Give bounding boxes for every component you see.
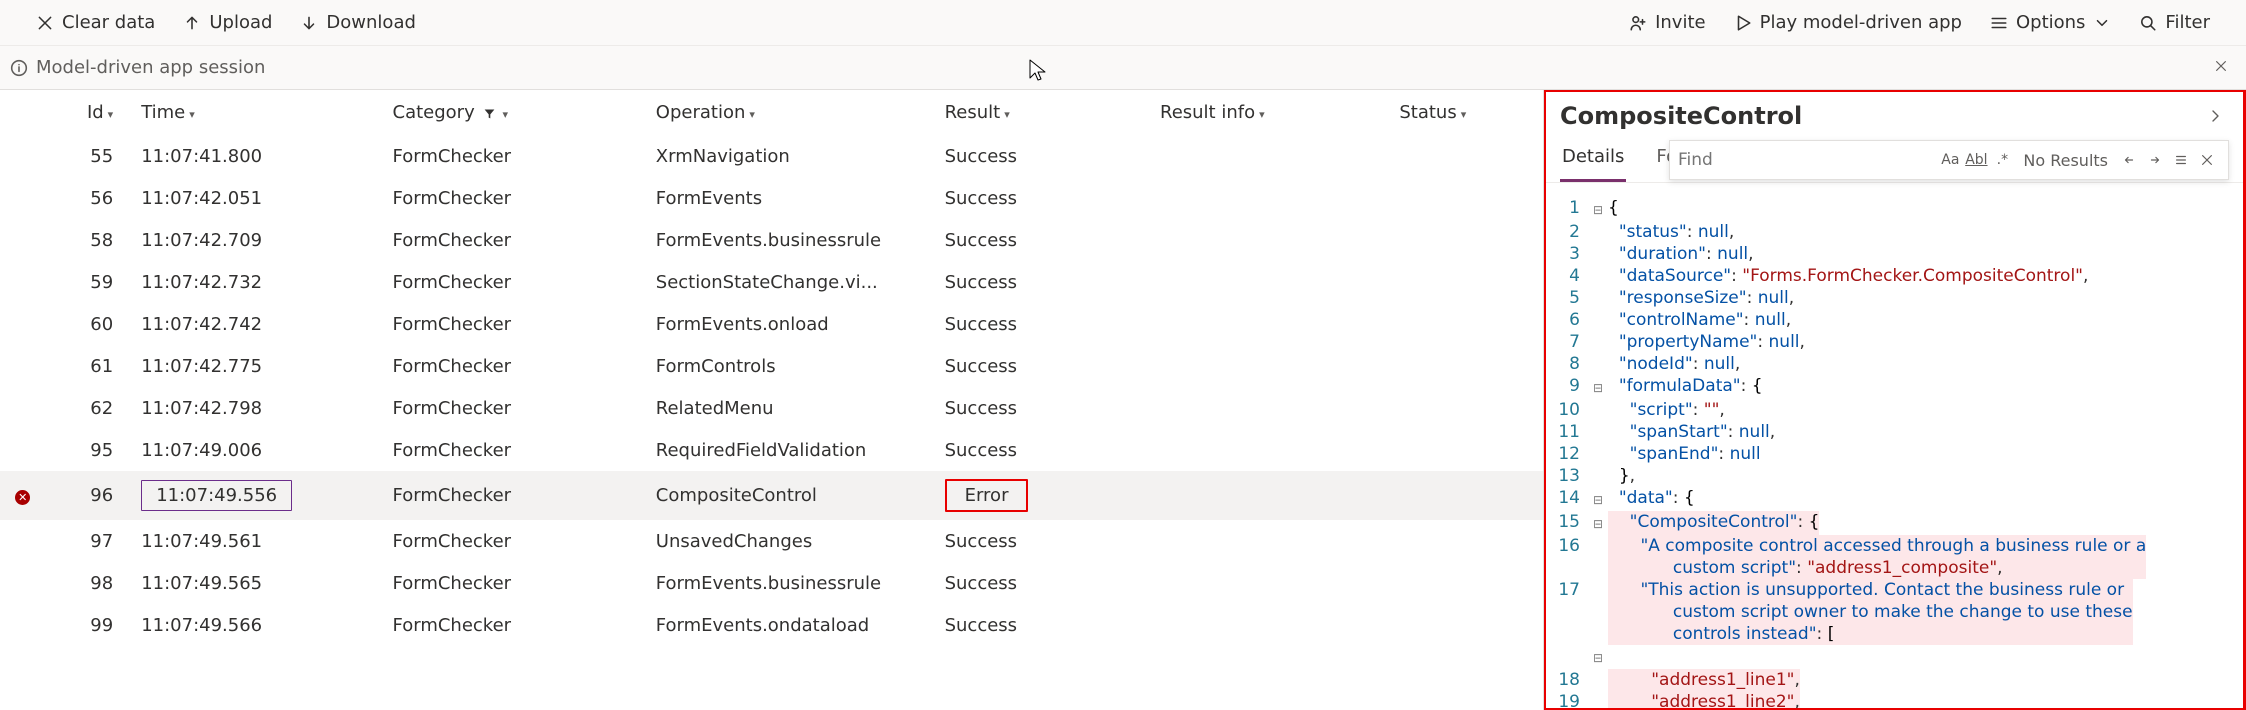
col-category[interactable]: Category	[393, 90, 656, 135]
regex-icon[interactable]: .*	[1989, 147, 2015, 173]
close-session-button[interactable]	[2206, 53, 2236, 82]
filter-icon	[2139, 14, 2157, 32]
code-line: 2 "status": null,	[1546, 221, 2243, 243]
table-row[interactable]: 6111:07:42.775FormCheckerFormControlsSuc…	[0, 345, 1543, 387]
table-row[interactable]: 5611:07:42.051FormCheckerFormEventsSucce…	[0, 177, 1543, 219]
options-label: Options	[2016, 12, 2085, 33]
error-icon: ✕	[15, 490, 30, 505]
tab-details[interactable]: Details	[1560, 136, 1626, 182]
table-row[interactable]: 9711:07:49.561FormCheckerUnsavedChangesS…	[0, 520, 1543, 562]
code-line: 11 "spanStart": null,	[1546, 421, 2243, 443]
invite-button[interactable]: Invite	[1617, 6, 1718, 39]
play-app-label: Play model-driven app	[1760, 12, 1962, 33]
table-row[interactable]: ✕9611:07:49.556FormCheckerCompositeContr…	[0, 471, 1543, 520]
code-line: 4 "dataSource": "Forms.FormChecker.Compo…	[1546, 265, 2243, 287]
clear-icon	[36, 14, 54, 32]
code-line: 15⊟ "CompositeControl": {	[1546, 511, 2243, 535]
col-time[interactable]: Time	[141, 90, 392, 135]
invite-icon	[1629, 14, 1647, 32]
code-line: 3 "duration": null,	[1546, 243, 2243, 265]
col-status[interactable]: Status	[1399, 90, 1543, 135]
clear-data-label: Clear data	[62, 12, 155, 33]
download-label: Download	[326, 12, 415, 33]
toolbar: Clear data Upload Download Invite Play m…	[0, 0, 2246, 46]
upload-icon	[183, 14, 201, 32]
code-line: 19 "address1_line2",	[1546, 691, 2243, 708]
upload-label: Upload	[209, 12, 272, 33]
find-prev-icon[interactable]	[2116, 147, 2142, 173]
code-line: ⊟	[1546, 645, 2243, 669]
find-close-icon[interactable]	[2194, 147, 2220, 173]
info-icon	[10, 59, 28, 77]
table-row[interactable]: 5511:07:41.800FormCheckerXrmNavigationSu…	[0, 135, 1543, 177]
table-row[interactable]: 5911:07:42.732FormCheckerSectionStateCha…	[0, 261, 1543, 303]
code-line: 14⊟ "data": {	[1546, 487, 2243, 511]
table-row[interactable]: 6011:07:42.742FormCheckerFormEvents.onlo…	[0, 303, 1543, 345]
panel-title: CompositeControl	[1560, 102, 1802, 130]
code-line: 18 "address1_line1",	[1546, 669, 2243, 691]
table-row[interactable]: 6211:07:42.798FormCheckerRelatedMenuSucc…	[0, 387, 1543, 429]
funnel-icon	[480, 104, 498, 122]
code-line: 12 "spanEnd": null	[1546, 443, 2243, 465]
chevron-down-icon	[2093, 14, 2111, 32]
col-id[interactable]: Id	[45, 90, 141, 135]
code-line: 5 "responseSize": null,	[1546, 287, 2243, 309]
options-icon	[1990, 14, 2008, 32]
details-panel: CompositeControl Aa Abl .* No Results De…	[1544, 90, 2246, 710]
invite-label: Invite	[1655, 12, 1706, 33]
find-results-label: No Results	[2023, 151, 2108, 170]
code-line: 1⊟{	[1546, 197, 2243, 221]
code-line: 13 },	[1546, 465, 2243, 487]
find-in-selection-icon[interactable]	[2168, 147, 2194, 173]
table-row[interactable]: 9511:07:49.006FormCheckerRequiredFieldVa…	[0, 429, 1543, 471]
table-row[interactable]: 9811:07:49.565FormCheckerFormEvents.busi…	[0, 562, 1543, 604]
play-app-button[interactable]: Play model-driven app	[1722, 6, 1974, 39]
code-line: 7 "propertyName": null,	[1546, 331, 2243, 353]
grid: Id Time Category Operation Result Result…	[0, 90, 1544, 710]
col-result[interactable]: Result	[945, 90, 1160, 135]
code-line: 9⊟ "formulaData": {	[1546, 375, 2243, 399]
session-bar: Model-driven app session	[0, 46, 2246, 90]
find-bar: Aa Abl .* No Results	[1669, 140, 2229, 180]
table-row[interactable]: 5811:07:42.709FormCheckerFormEvents.busi…	[0, 219, 1543, 261]
code-line: 17 "This action is unsupported. Contact …	[1546, 579, 2243, 645]
find-input[interactable]	[1678, 150, 1937, 170]
grid-header-row: Id Time Category Operation Result Result…	[0, 90, 1543, 135]
match-case-icon[interactable]: Aa	[1937, 147, 1963, 173]
match-word-icon[interactable]: Abl	[1963, 147, 1989, 173]
upload-button[interactable]: Upload	[171, 6, 284, 39]
clear-data-button[interactable]: Clear data	[24, 6, 167, 39]
col-result-info[interactable]: Result info	[1160, 90, 1399, 135]
filter-label: Filter	[2165, 12, 2210, 33]
download-button[interactable]: Download	[288, 6, 427, 39]
code-line: 10 "script": "",	[1546, 399, 2243, 421]
find-next-icon[interactable]	[2142, 147, 2168, 173]
code-viewer[interactable]: 1⊟{2 "status": null,3 "duration": null,4…	[1546, 183, 2243, 708]
code-line: 6 "controlName": null,	[1546, 309, 2243, 331]
options-button[interactable]: Options	[1978, 6, 2123, 39]
collapse-panel-button[interactable]	[2201, 102, 2229, 130]
filter-button[interactable]: Filter	[2127, 6, 2222, 39]
code-line: 8 "nodeId": null,	[1546, 353, 2243, 375]
download-icon	[300, 14, 318, 32]
code-line: 16 "A composite control accessed through…	[1546, 535, 2243, 579]
col-operation[interactable]: Operation	[656, 90, 945, 135]
table-row[interactable]: 9911:07:49.566FormCheckerFormEvents.onda…	[0, 604, 1543, 646]
session-label: Model-driven app session	[36, 57, 265, 78]
play-icon	[1734, 14, 1752, 32]
